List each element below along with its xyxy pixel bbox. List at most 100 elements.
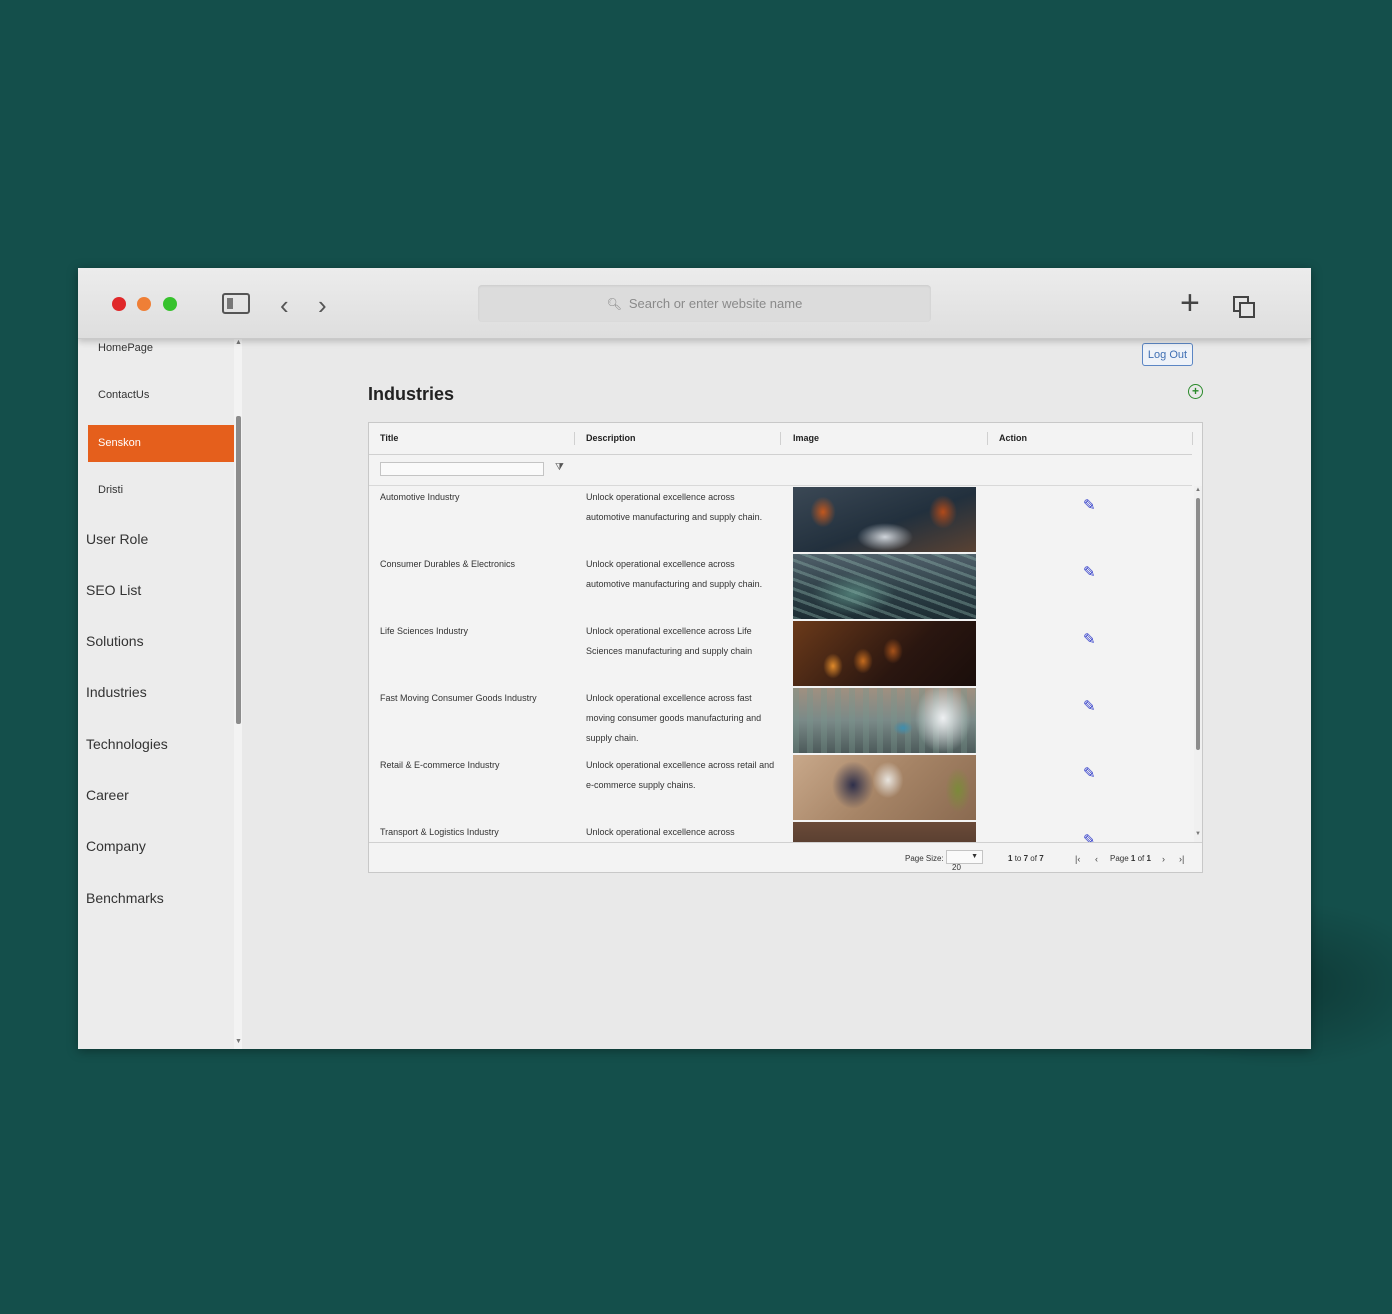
forward-arrow-icon[interactable]: › xyxy=(318,290,327,321)
table-row[interactable]: Fast Moving Consumer Goods Industry Unlo… xyxy=(369,687,1192,755)
scroll-up-arrow-icon[interactable]: ▲ xyxy=(235,339,242,346)
sidebar-toggle-icon[interactable] xyxy=(222,293,250,314)
row-image-transport xyxy=(793,822,976,842)
column-header-action[interactable]: Action xyxy=(999,423,1027,454)
page-size-label: Page Size: xyxy=(905,854,944,863)
table-body: Automotive Industry Unlock operational e… xyxy=(369,486,1192,842)
row-title: Retail & E-commerce Industry xyxy=(380,760,500,770)
table-header: Title Description Image Action xyxy=(369,423,1193,455)
first-page-icon[interactable]: |‹ xyxy=(1075,854,1080,864)
browser-toolbar: ‹ › 🔍︎ Search or enter website name + xyxy=(78,268,1311,339)
scroll-down-arrow-icon[interactable]: ▼ xyxy=(235,1038,242,1045)
previous-page-icon[interactable]: ‹ xyxy=(1095,854,1098,864)
range-from: 1 xyxy=(1008,854,1013,863)
row-title: Fast Moving Consumer Goods Industry xyxy=(380,693,537,703)
browser-window: ‹ › 🔍︎ Search or enter website name + Ho… xyxy=(78,268,1311,1049)
sidebar-item-contactus[interactable]: ContactUs xyxy=(98,389,149,401)
page-title: Industries xyxy=(368,384,455,404)
table-row[interactable]: Consumer Durables & Electronics Unlock o… xyxy=(369,553,1192,621)
row-title: Life Sciences Industry xyxy=(380,626,469,636)
page-indicator: Page 1 of 1 xyxy=(1110,854,1151,863)
sidebar-item-seo-list[interactable]: SEO List xyxy=(86,582,141,598)
range-of-word: of xyxy=(1030,854,1037,863)
pagination-bar: Page Size: 20 ▼ 1 to 7 of 7 |‹ ‹ Page 1 … xyxy=(369,842,1202,873)
sidebar-item-company[interactable]: Company xyxy=(86,838,146,854)
sidebar-item-user-role[interactable]: User Role xyxy=(86,531,148,547)
filter-icon[interactable]: ⧩ xyxy=(555,462,564,473)
sidebar: HomePage ContactUs Senskon Dristi User R… xyxy=(78,338,242,1049)
row-title: Transport & Logistics Industry xyxy=(380,827,499,837)
add-industry-icon[interactable]: + xyxy=(1188,384,1203,399)
row-image-life-sciences xyxy=(793,621,976,686)
row-title: Consumer Durables & Electronics xyxy=(380,559,516,569)
column-header-image[interactable]: Image xyxy=(793,423,819,454)
new-tab-icon[interactable]: + xyxy=(1180,286,1200,320)
row-description: Unlock operational excellence across aut… xyxy=(586,492,763,522)
title-filter-input[interactable] xyxy=(380,462,544,476)
column-divider xyxy=(574,432,575,445)
row-description: Unlock operational excellence across aut… xyxy=(586,559,763,589)
scroll-up-arrow-icon[interactable]: ▲ xyxy=(1195,487,1201,493)
minimize-window-button[interactable] xyxy=(137,297,151,311)
row-image-fmcg xyxy=(793,688,976,753)
table-row[interactable]: Life Sciences Industry Unlock operationa… xyxy=(369,620,1192,688)
row-title: Automotive Industry xyxy=(380,492,460,502)
page-size-value: 20 xyxy=(952,863,961,872)
table-row[interactable]: Automotive Industry Unlock operational e… xyxy=(369,486,1192,554)
column-divider xyxy=(987,432,988,445)
back-arrow-icon[interactable]: ‹ xyxy=(280,290,289,321)
maximize-window-button[interactable] xyxy=(163,297,177,311)
range-total: 7 xyxy=(1039,854,1044,863)
table-scrollbar-thumb[interactable] xyxy=(1196,498,1200,750)
search-icon: 🔍︎ xyxy=(606,296,622,311)
edit-icon[interactable]: ✎ xyxy=(1083,630,1096,648)
logout-button[interactable]: Log Out xyxy=(1142,343,1193,366)
next-page-icon[interactable]: › xyxy=(1162,854,1165,864)
filter-row: ⧩ xyxy=(369,454,1192,486)
sidebar-item-homepage[interactable]: HomePage xyxy=(98,342,153,354)
edit-icon[interactable]: ✎ xyxy=(1083,764,1096,782)
sidebar-item-benchmarks[interactable]: Benchmarks xyxy=(86,890,164,906)
industries-table: Title Description Image Action ⧩ Automot… xyxy=(368,422,1203,873)
sidebar-item-technologies[interactable]: Technologies xyxy=(86,736,168,752)
page-word: Page xyxy=(1110,854,1129,863)
sidebar-item-dristi[interactable]: Dristi xyxy=(98,484,123,496)
sidebar-item-career[interactable]: Career xyxy=(86,787,129,803)
chevron-down-icon: ▼ xyxy=(971,853,978,860)
table-row[interactable]: Transport & Logistics Industry Unlock op… xyxy=(369,821,1192,842)
row-image-electronics xyxy=(793,554,976,619)
sidebar-item-industries[interactable]: Industries xyxy=(86,684,147,700)
row-description: Unlock operational excellence across xyxy=(586,827,735,837)
range-to-word: to xyxy=(1014,854,1022,863)
sidebar-item-solutions[interactable]: Solutions xyxy=(86,633,144,649)
tab-overview-icon[interactable] xyxy=(1233,296,1255,318)
column-header-title[interactable]: Title xyxy=(380,423,398,454)
close-window-button[interactable] xyxy=(112,297,126,311)
edit-icon[interactable]: ✎ xyxy=(1083,831,1096,842)
page-size-select[interactable]: 20 ▼ xyxy=(946,850,983,872)
row-description: Unlock operational excellence across fas… xyxy=(586,693,762,743)
edit-icon[interactable]: ✎ xyxy=(1083,563,1096,581)
sidebar-item-senskon[interactable]: Senskon xyxy=(88,425,234,462)
main-content: Log Out Industries + Title Description I… xyxy=(242,338,1311,1049)
edit-icon[interactable]: ✎ xyxy=(1083,496,1096,514)
row-range-summary: 1 to 7 of 7 xyxy=(1008,854,1044,863)
column-divider xyxy=(1192,432,1193,445)
page-total: 1 xyxy=(1146,854,1151,863)
range-to: 7 xyxy=(1023,854,1029,863)
page-of-word: of xyxy=(1137,854,1145,863)
row-image-automotive xyxy=(793,487,976,552)
page-current: 1 xyxy=(1130,854,1136,863)
last-page-icon[interactable]: ›| xyxy=(1179,854,1184,864)
scroll-down-arrow-icon[interactable]: ▼ xyxy=(1195,831,1201,837)
column-divider xyxy=(780,432,781,445)
column-header-description[interactable]: Description xyxy=(586,423,636,454)
address-placeholder: Search or enter website name xyxy=(628,296,803,311)
address-bar[interactable]: 🔍︎ Search or enter website name xyxy=(478,285,931,322)
row-description: Unlock operational excellence across ret… xyxy=(586,760,775,790)
sidebar-scrollbar-thumb[interactable] xyxy=(236,416,241,724)
edit-icon[interactable]: ✎ xyxy=(1083,697,1096,715)
row-description: Unlock operational excellence across Lif… xyxy=(586,626,753,656)
row-image-retail xyxy=(793,755,976,820)
table-row[interactable]: Retail & E-commerce Industry Unlock oper… xyxy=(369,754,1192,822)
